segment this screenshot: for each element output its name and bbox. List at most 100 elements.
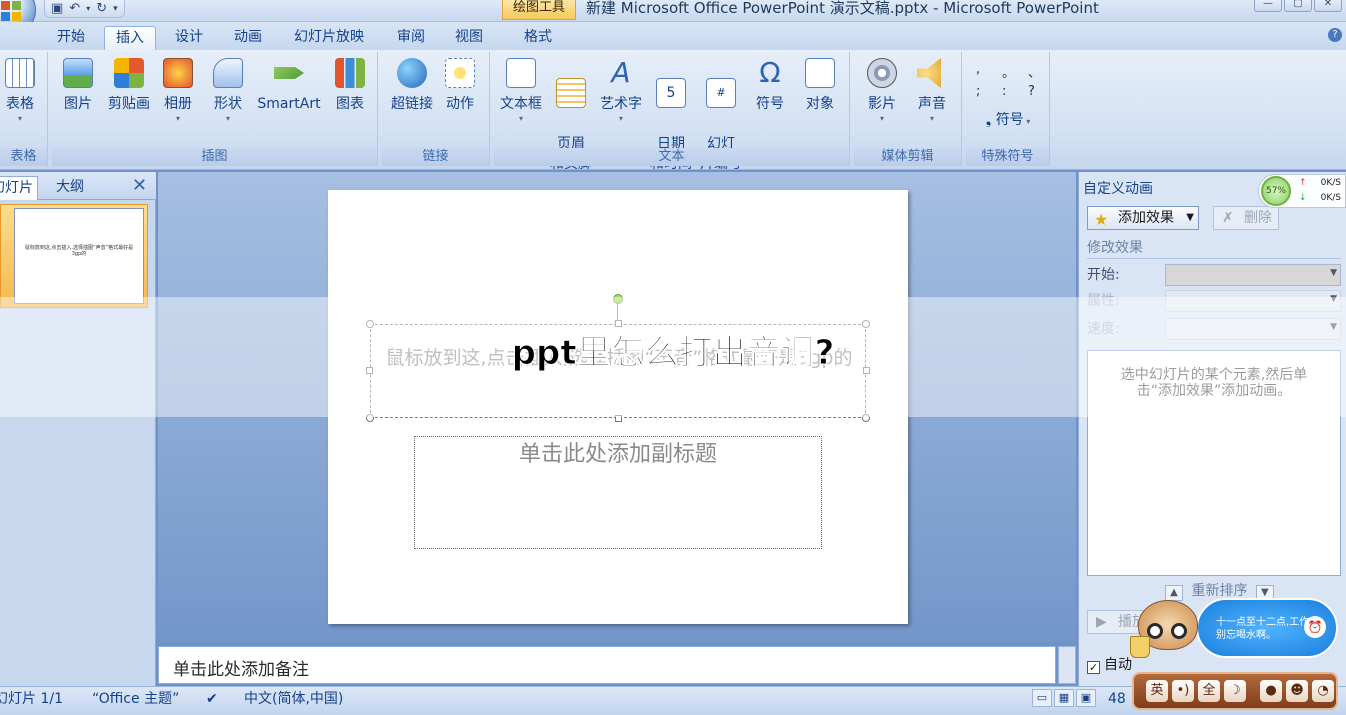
notes-placeholder-text[interactable]: 单击此处添加备注	[173, 655, 309, 680]
subtitle-placeholder[interactable]: 单击此处添加副标题	[414, 436, 822, 549]
chart-button[interactable]: 图表	[330, 56, 370, 114]
symbol-period[interactable]: 。	[1002, 62, 1015, 81]
spellcheck-icon[interactable]: ✔	[206, 689, 218, 709]
task-pane-title: 自定义动画	[1083, 181, 1153, 197]
redo-icon[interactable]: ↻	[96, 1, 107, 17]
ime-mode-toggle[interactable]: ☽	[1224, 680, 1246, 702]
upload-speed: ↑ 0K/S	[1299, 178, 1341, 188]
cup-icon	[1130, 636, 1150, 658]
minimize-button[interactable]: —	[1254, 0, 1282, 12]
speaker-icon	[917, 58, 941, 88]
ime-punctuation-toggle[interactable]: •)	[1172, 680, 1194, 702]
normal-view-icon[interactable]: ▭	[1032, 689, 1052, 707]
group-text: 文本框 ▾ 页眉 和页脚 A 艺术字 ▾ 5 日期 和时间 # 幻灯 片编号 Ω…	[494, 52, 850, 172]
action-button[interactable]: 动作	[440, 56, 480, 114]
autopreview-checkbox[interactable]: ✓ 自动	[1087, 654, 1132, 674]
language-indicator[interactable]: 中文(简体,中国)	[244, 689, 343, 709]
tab-view[interactable]: 视图	[448, 26, 490, 50]
group-media: 影片 ▾ 声音 ▾ 媒体剪辑	[854, 52, 962, 166]
chevron-down-icon: ▾	[618, 114, 623, 123]
undo-icon[interactable]: ↶	[69, 1, 80, 17]
remove-button[interactable]: ✗ 删除	[1213, 206, 1279, 230]
zoom-level[interactable]: 48	[1108, 689, 1126, 709]
chevron-down-icon: ▾	[225, 114, 230, 123]
ime-settings-icon[interactable]: ◔	[1312, 680, 1334, 702]
group-label-illustrations: 插图	[52, 148, 377, 166]
network-monitor-widget[interactable]: 57% ↑ 0K/S ↓ 0K/S	[1258, 174, 1346, 208]
photo-album-button[interactable]: 相册 ▾	[158, 56, 198, 124]
symbol-colon[interactable]: :	[1002, 84, 1006, 99]
special-symbol-grid: , 。 、 ; : ?	[976, 62, 1046, 102]
alarm-clock-icon: ⏰	[1304, 616, 1326, 638]
object-button[interactable]: 对象	[800, 56, 840, 114]
close-button[interactable]: ✕	[1314, 0, 1342, 12]
symbol-comma[interactable]: ,	[976, 62, 980, 77]
download-speed: ↓ 0K/S	[1299, 193, 1341, 203]
hyperlink-button[interactable]: 超链接	[386, 56, 438, 114]
tab-slides[interactable]: 幻灯片	[0, 176, 38, 200]
maximize-button[interactable]: ▢	[1284, 0, 1312, 12]
undo-dropdown-icon[interactable]: ▾	[86, 1, 90, 17]
symbol-button[interactable]: Ω 符号	[750, 56, 790, 114]
help-icon[interactable]: ?	[1328, 28, 1342, 42]
customize-qat-icon[interactable]: ▾	[113, 1, 118, 17]
movie-button[interactable]: 影片 ▾	[862, 56, 902, 124]
star-icon: ★	[1094, 210, 1109, 229]
tab-home[interactable]: 开始	[50, 26, 92, 50]
symbol-question[interactable]: ?	[1028, 84, 1035, 99]
group-label-special-symbols: 特殊符号	[966, 148, 1049, 166]
tab-animations[interactable]: 动画	[226, 26, 270, 50]
picture-button[interactable]: 图片	[58, 56, 98, 114]
globe-icon	[397, 58, 427, 88]
remove-icon: ✗	[1222, 210, 1234, 226]
slide-thumbnail[interactable]: 鼠标放到这,点击插入,选择插图“声音”格式最好是3gp的	[14, 208, 144, 304]
ime-user-icon[interactable]: ☻	[1286, 680, 1308, 702]
mascot-character[interactable]	[1130, 596, 1204, 666]
slides-pane-tabs: 幻灯片 大纲 ✕	[0, 172, 156, 200]
tab-slideshow[interactable]: 幻灯片放映	[286, 26, 372, 50]
wordart-button[interactable]: A 艺术字 ▾	[598, 56, 644, 124]
context-tab-header: 绘图工具	[502, 0, 576, 20]
symbol-semicolon[interactable]: ;	[976, 84, 980, 99]
slideshow-view-icon[interactable]: ▣	[1076, 689, 1096, 707]
notes-pane[interactable]: 单击此处添加备注	[158, 646, 1056, 684]
shapes-button[interactable]: 形状 ▾	[208, 56, 248, 124]
start-select[interactable]	[1165, 264, 1341, 286]
save-icon[interactable]: ▣	[51, 1, 63, 17]
smartart-icon	[274, 67, 304, 79]
special-symbol-button[interactable]: ❟ 符号 ▾	[974, 110, 1042, 130]
smartart-button[interactable]: SmartArt	[254, 56, 324, 114]
table-icon	[5, 58, 35, 88]
group-label-text: 文本	[494, 148, 849, 166]
table-button[interactable]: 表格 ▾	[0, 56, 40, 124]
clipart-icon	[114, 58, 144, 88]
office-logo-icon	[1, 1, 23, 23]
network-usage-gauge: 57%	[1261, 176, 1291, 206]
title-bar: ▣ ↶ ▾ ↻ ▾ 绘图工具 新建 Microsoft Office Power…	[0, 0, 1346, 34]
reminder-bubble[interactable]: 十一点至十二点,工作别忘喝水啊。 ⏰	[1196, 598, 1338, 658]
tab-design[interactable]: 设计	[168, 26, 210, 50]
question-banner: ppt里怎么打出音调?	[0, 297, 1346, 417]
wordart-icon: A	[611, 56, 631, 89]
chevron-down-icon: ▼	[1186, 212, 1194, 223]
slide-sorter-icon[interactable]: ▦	[1054, 689, 1074, 707]
textbox-button[interactable]: 文本框 ▾	[496, 56, 546, 124]
add-effect-button[interactable]: ★ 添加效果 ▼	[1087, 206, 1199, 230]
theme-name[interactable]: “Office 主题”	[92, 689, 179, 709]
tab-outline[interactable]: 大纲	[52, 176, 88, 200]
ime-language-toggle[interactable]: 英	[1146, 680, 1168, 702]
tab-insert[interactable]: 插入	[104, 26, 156, 50]
clipart-button[interactable]: 剪贴画	[104, 56, 154, 114]
sound-button[interactable]: 声音 ▾	[912, 56, 952, 124]
tab-review[interactable]: 审阅	[390, 26, 432, 50]
window-title: 新建 Microsoft Office PowerPoint 演示文稿.pptx…	[586, 0, 1099, 17]
symbol-enumeration-comma[interactable]: 、	[1028, 62, 1041, 81]
ime-fullwidth-toggle[interactable]: 全	[1198, 680, 1220, 702]
notes-scrollbar[interactable]	[1058, 646, 1076, 684]
tab-format[interactable]: 格式	[516, 26, 560, 50]
close-icon[interactable]: ✕	[132, 176, 147, 196]
subtitle-placeholder-text[interactable]: 单击此处添加副标题	[415, 439, 821, 471]
chevron-down-icon: ▾	[929, 114, 934, 123]
group-label-tables: 表格	[0, 148, 47, 166]
ime-skin-icon[interactable]: ●	[1260, 680, 1282, 702]
